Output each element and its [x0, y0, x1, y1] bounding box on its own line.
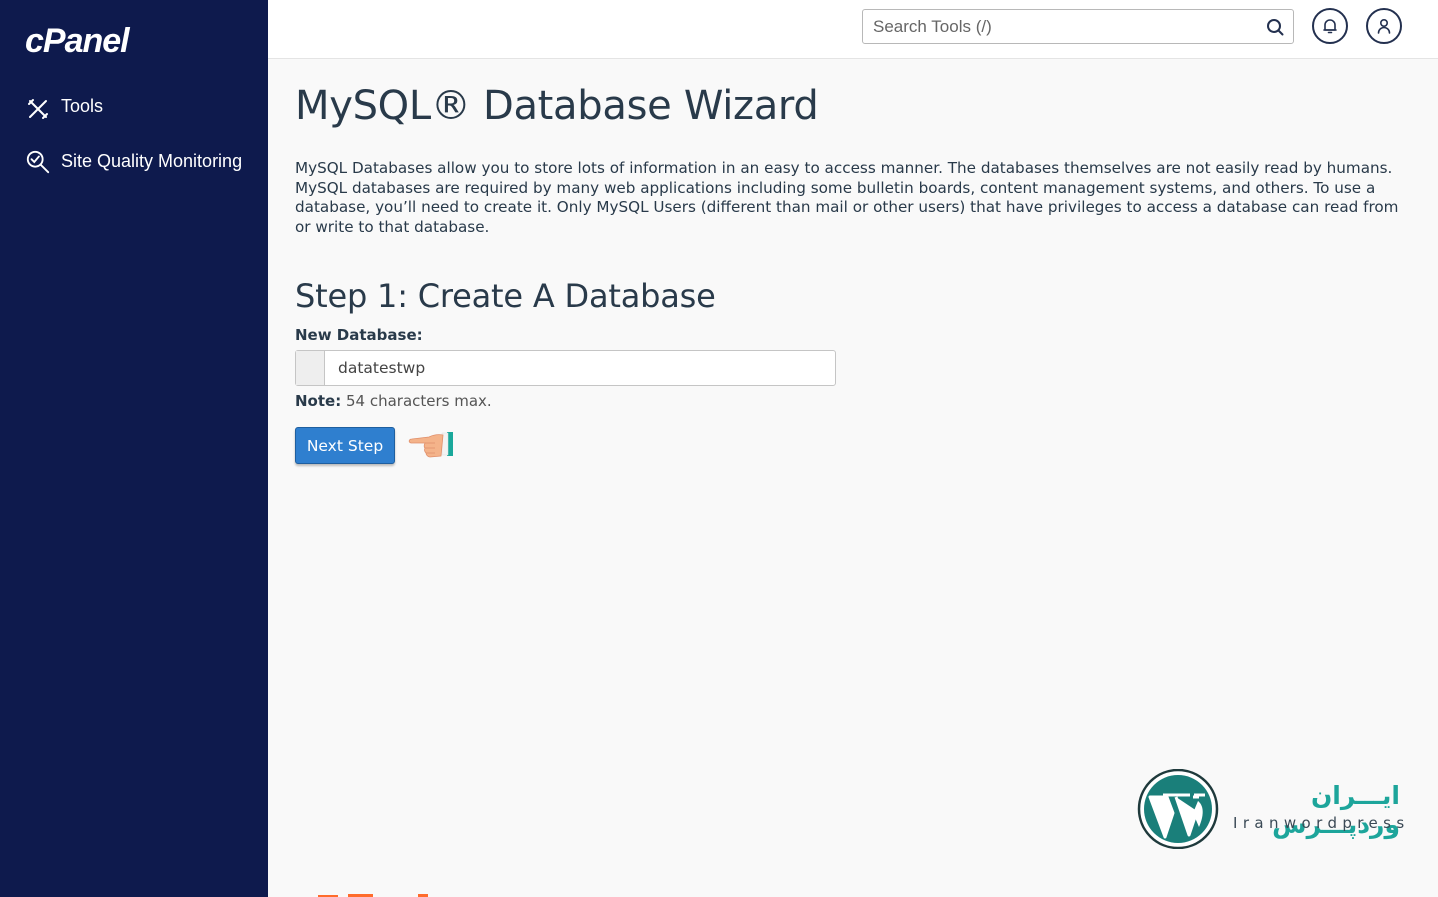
user-menu-button[interactable] — [1366, 8, 1402, 44]
search-box — [862, 9, 1294, 44]
sidebar-item-label-wrap: Site Quality Monitoring — [25, 145, 242, 177]
sidebar-item-label: Tools — [61, 96, 104, 116]
step-title: Step 1: Create A Database — [295, 277, 716, 315]
tools-icon — [25, 96, 51, 122]
search-input[interactable] — [863, 10, 1253, 43]
pointing-hand-icon — [408, 432, 453, 458]
site-quality-icon — [25, 149, 51, 175]
sidebar-item-site-quality[interactable]: Site Quality Monitoring — [25, 145, 245, 177]
next-step-button[interactable]: Next Step — [295, 427, 395, 464]
wordpress-logo — [1137, 769, 1219, 849]
page-description: MySQL Databases allow you to store lots … — [295, 159, 1399, 236]
notifications-button[interactable] — [1312, 8, 1348, 44]
watermark-english-text: Iranwordpress — [1233, 814, 1410, 832]
decorative-strip — [318, 894, 428, 897]
note-text: 54 characters max. — [341, 392, 492, 410]
database-prefix — [296, 351, 325, 385]
bell-icon — [1323, 19, 1337, 34]
note-label: Note: — [295, 392, 342, 410]
sidebar: cPanel Tools Site Quality Monitoring — [0, 0, 268, 897]
search-icon[interactable] — [1265, 17, 1285, 37]
sidebar-item-tools[interactable]: Tools — [25, 96, 103, 122]
top-header — [268, 0, 1438, 59]
field-note: Note: 54 characters max. — [295, 392, 492, 410]
cpanel-logo[interactable]: cPanel — [25, 22, 130, 61]
sidebar-item-label: Site Quality Monitoring — [61, 151, 243, 171]
new-database-field — [295, 350, 836, 386]
user-icon — [1377, 18, 1391, 34]
page-title: MySQL® Database Wizard — [295, 83, 819, 129]
new-database-label: New Database: — [295, 326, 423, 344]
new-database-input[interactable] — [325, 351, 835, 385]
